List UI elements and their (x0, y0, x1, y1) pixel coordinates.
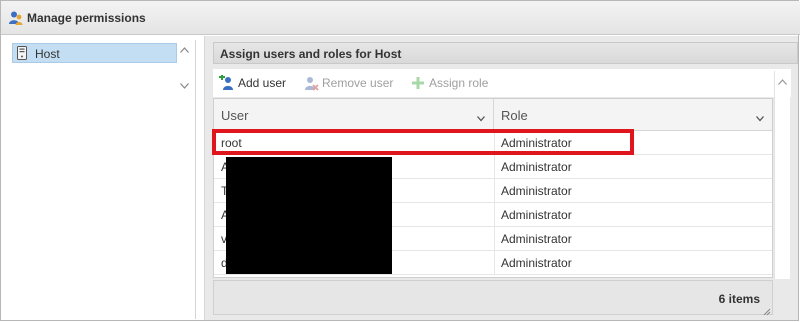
role-cell: Administrator (501, 184, 572, 198)
plus-icon (410, 75, 426, 91)
resize-grip-icon[interactable] (763, 305, 771, 316)
host-icon (16, 46, 28, 60)
tree-item-label: Host (35, 47, 60, 61)
role-cell: Administrator (501, 208, 572, 222)
column-header-user[interactable]: User (214, 99, 494, 130)
chevron-down-icon[interactable] (477, 111, 485, 122)
permissions-toolbar: Add user Remove user Assign role (213, 69, 791, 97)
table-scrollbar[interactable] (774, 71, 790, 279)
column-header-label: User (221, 108, 249, 123)
assign-role-label: Assign role (429, 76, 489, 90)
column-divider (494, 179, 495, 203)
column-divider (494, 251, 495, 275)
users-icon (8, 10, 24, 26)
role-cell: Administrator (501, 160, 572, 174)
add-user-label: Add user (238, 76, 287, 90)
chevron-down-icon[interactable] (756, 111, 764, 122)
role-cell: Administrator (501, 256, 572, 270)
panel-title: Assign users and roles for Host (220, 47, 402, 61)
column-divider (494, 203, 495, 227)
remove-user-button[interactable]: Remove user (303, 75, 398, 91)
remove-user-label: Remove user (322, 76, 394, 90)
scroll-down-icon[interactable] (177, 79, 191, 93)
panel-header: Assign users and roles for Host (213, 42, 798, 64)
column-header-label: Role (501, 108, 528, 123)
navigation-tree: Host (5, 40, 196, 319)
remove-user-icon (303, 75, 319, 91)
dialog-title: Manage permissions (27, 11, 146, 25)
column-divider (494, 155, 495, 179)
column-header-role[interactable]: Role (494, 99, 772, 130)
add-user-button[interactable]: Add user (219, 74, 299, 91)
role-cell: Administrator (501, 232, 572, 246)
title-bar: Manage permissions (1, 1, 800, 35)
highlight-box (212, 129, 634, 155)
scroll-up-icon[interactable] (778, 74, 787, 85)
table-footer: 6 items (213, 280, 773, 316)
redaction-box (226, 157, 392, 274)
column-divider (494, 227, 495, 251)
add-user-icon (219, 74, 235, 91)
tree-scrollbar[interactable] (177, 43, 191, 93)
manage-permissions-dialog: Manage permissions Host Assign users and… (0, 0, 800, 321)
table-header: User Role (214, 99, 772, 131)
tree-item-host[interactable]: Host (12, 43, 177, 63)
assign-role-button[interactable]: Assign role (410, 75, 495, 91)
item-count: 6 items (718, 292, 760, 306)
scroll-up-icon[interactable] (177, 43, 191, 57)
